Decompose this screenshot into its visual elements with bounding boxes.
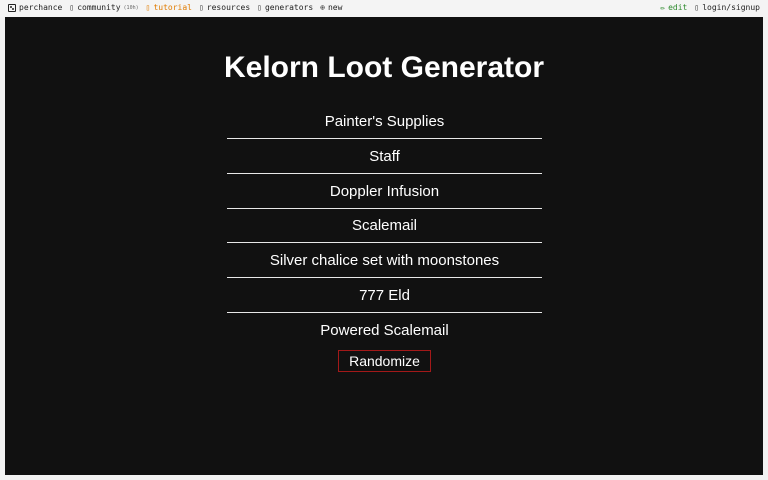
nav-resources-label: resources (206, 3, 251, 12)
loot-item: Painter's Supplies (227, 105, 542, 139)
loot-item: Staff (227, 140, 542, 174)
resources-icon: ▯ (198, 2, 204, 12)
top-nav-bar: perchance ▯ community (10h) ▯ tutorial ▯… (0, 0, 768, 17)
randomize-button[interactable]: Randomize (338, 350, 431, 372)
nav-edit-link[interactable]: ✏ edit (660, 3, 687, 12)
nav-resources-link[interactable]: ▯ resources (199, 3, 250, 12)
loot-list: Painter's Supplies Staff Doppler Infusio… (227, 105, 542, 349)
generator-output-panel: Kelorn Loot Generator Painter's Supplies… (5, 17, 763, 475)
nav-new-link[interactable]: ⊕ new (320, 3, 342, 12)
generators-icon: ▯ (257, 2, 262, 12)
community-count-badge: (10h) (123, 4, 139, 11)
nav-community-link[interactable]: ▯ community (10h) (69, 3, 138, 12)
loot-item: Doppler Infusion (227, 175, 542, 209)
loot-item: Powered Scalemail (320, 322, 449, 340)
nav-left: perchance ▯ community (10h) ▯ tutorial ▯… (8, 3, 342, 12)
loot-item: Scalemail (227, 209, 542, 244)
nav-right: ✏ edit ▯ login/signup (660, 3, 760, 12)
loot-item: 777 Eld (227, 279, 542, 313)
nav-generators-link[interactable]: ▯ generators (257, 3, 313, 12)
nav-login-label: login/signup (702, 3, 760, 12)
dice-icon (8, 3, 16, 12)
nav-tutorial-label: tutorial (153, 3, 192, 12)
nav-perchance-link[interactable]: perchance (8, 3, 62, 12)
user-icon: ▯ (694, 2, 700, 12)
plus-circle-icon: ⊕ (320, 2, 325, 12)
nav-edit-label: edit (668, 3, 688, 12)
nav-generators-label: generators (264, 3, 314, 12)
nav-tutorial-link[interactable]: ▯ tutorial (146, 3, 192, 12)
tutorial-icon: ▯ (145, 2, 151, 12)
nav-community-label: community (77, 3, 121, 12)
nav-login-link[interactable]: ▯ login/signup (694, 3, 760, 12)
loot-item: Silver chalice set with moonstones (227, 244, 542, 279)
page-title: Kelorn Loot Generator (223, 51, 545, 84)
community-icon: ▯ (69, 2, 75, 12)
nav-new-label: new (327, 3, 343, 12)
nav-brand-label: perchance (19, 3, 63, 12)
pencil-icon: ✏ (660, 2, 666, 12)
